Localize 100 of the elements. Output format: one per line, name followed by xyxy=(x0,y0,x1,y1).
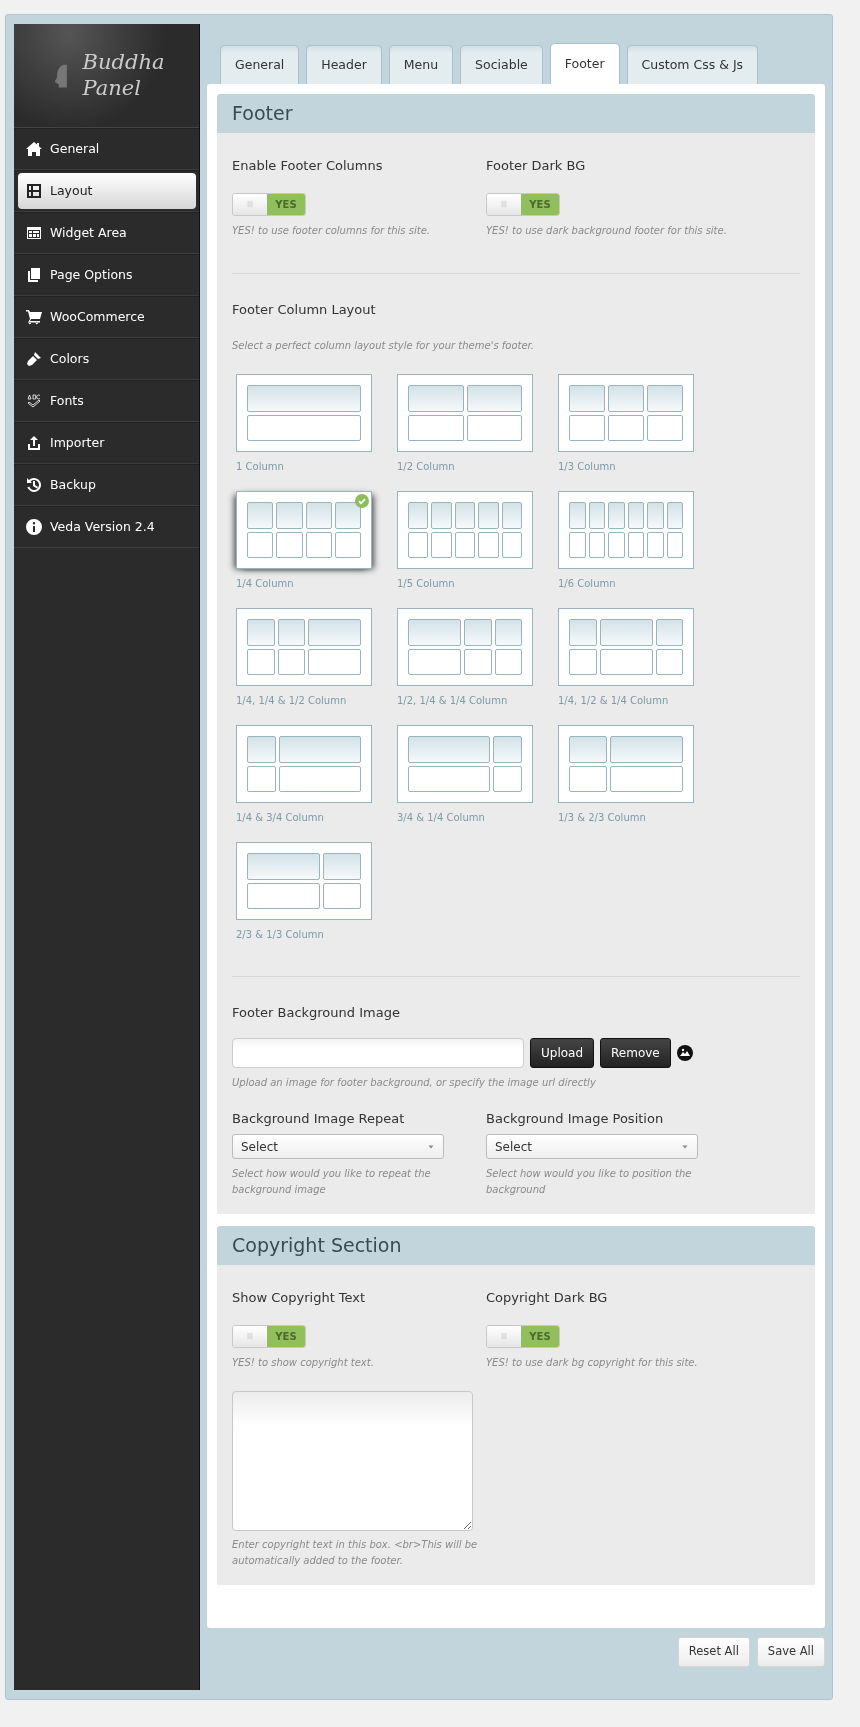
upload-button[interactable]: Upload xyxy=(530,1037,595,1068)
tab[interactable]: Menu xyxy=(388,45,454,84)
field-label: Background Image Position xyxy=(486,1109,665,1128)
grip-icon xyxy=(499,198,509,210)
column-block xyxy=(247,765,276,792)
field-label: Background Image Repeat xyxy=(232,1109,406,1128)
column-block xyxy=(408,385,464,412)
column-block xyxy=(323,882,361,909)
layout-option[interactable] xyxy=(236,491,372,569)
select-dropdown[interactable]: Select xyxy=(232,1134,444,1159)
column-block xyxy=(431,531,452,558)
sidebar-item[interactable]: Widget Area xyxy=(18,215,196,251)
layout-caption: 1/4 Column xyxy=(236,577,295,591)
column-block xyxy=(666,502,683,529)
column-block xyxy=(247,502,274,529)
save-button[interactable]: Save All xyxy=(756,1636,825,1667)
tab[interactable]: Sociable xyxy=(460,45,543,84)
column-block xyxy=(608,531,625,558)
field-label: Footer Background Image xyxy=(232,1004,401,1022)
field-label: Copyright Dark BG xyxy=(486,1289,609,1307)
layout-option[interactable] xyxy=(397,725,533,803)
layout-option[interactable] xyxy=(558,491,694,569)
layout-option[interactable] xyxy=(558,725,694,803)
sidebar-item[interactable]: Colors xyxy=(18,341,196,377)
layout-option[interactable] xyxy=(558,608,694,686)
reset-button[interactable]: Reset All xyxy=(677,1636,750,1667)
layout-caption: 1 Column xyxy=(236,460,285,474)
input-field[interactable] xyxy=(232,1037,524,1068)
column-block xyxy=(493,736,522,763)
layout-caption: 1/4, 1/4 & 1/2 Column xyxy=(236,694,348,708)
layout-caption: 1/2, 1/4 & 1/4 Column xyxy=(397,694,509,708)
layout-option[interactable] xyxy=(397,374,533,452)
text-area[interactable] xyxy=(232,1390,473,1531)
column-block xyxy=(569,531,586,558)
layout-option[interactable] xyxy=(558,374,694,452)
column-block xyxy=(608,414,644,441)
tab[interactable]: Header xyxy=(306,45,382,84)
tab[interactable]: Custom Css & Js xyxy=(626,45,759,84)
column-block xyxy=(408,648,461,675)
column-block xyxy=(305,531,332,558)
column-block xyxy=(308,648,361,675)
table-icon xyxy=(26,225,42,241)
column-block xyxy=(647,385,683,412)
sidebar-item[interactable]: WooCommerce xyxy=(18,299,196,335)
sidebar-item[interactable]: General xyxy=(18,131,196,167)
sidebar-item[interactable]: Veda Version 2.4 xyxy=(18,509,196,545)
column-block xyxy=(466,385,522,412)
layout-option[interactable] xyxy=(236,374,372,452)
column-block xyxy=(647,531,664,558)
sidebar-item[interactable]: Importer xyxy=(18,425,196,461)
column-block xyxy=(569,385,605,412)
grip-icon xyxy=(245,1330,255,1342)
column-block xyxy=(627,502,644,529)
column-block xyxy=(305,502,332,529)
tab[interactable]: General xyxy=(220,45,300,84)
column-block xyxy=(569,736,607,763)
layout-option[interactable] xyxy=(236,725,372,803)
sidebar-item[interactable]: Fonts xyxy=(18,383,196,419)
column-block xyxy=(655,619,683,646)
remove-button[interactable]: Remove xyxy=(600,1037,671,1068)
select-dropdown[interactable]: Select xyxy=(486,1134,698,1159)
logo-text: Panel xyxy=(82,75,142,101)
column-block xyxy=(408,619,461,646)
column-block xyxy=(276,531,303,558)
tab[interactable]: Footer xyxy=(549,43,620,84)
sidebar-item[interactable]: Layout xyxy=(18,173,196,209)
layout-caption: 1/6 Column xyxy=(558,577,617,591)
brush-icon xyxy=(26,351,42,367)
sidebar-item[interactable]: Page Options xyxy=(18,257,196,293)
column-block xyxy=(334,502,361,529)
column-block xyxy=(494,648,522,675)
column-block xyxy=(588,502,605,529)
field-label: Footer Column Layout xyxy=(232,300,377,319)
sidebar-item[interactable]: Backup xyxy=(18,467,196,503)
column-block xyxy=(569,619,597,646)
layout-option[interactable] xyxy=(397,491,533,569)
layout-caption: 2/3 & 1/3 Column xyxy=(236,928,325,942)
layout-option[interactable] xyxy=(236,608,372,686)
column-block xyxy=(666,531,683,558)
layout-option[interactable] xyxy=(236,842,372,920)
column-block xyxy=(569,414,605,441)
column-block xyxy=(501,531,523,558)
help-text: Select a perfect column layout style for your theme's footer. xyxy=(232,339,535,353)
column-block xyxy=(493,765,522,792)
help-text: Select how would you like to position the background xyxy=(486,1167,693,1197)
help-text: Upload an image for footer background, or specify the image url directly xyxy=(232,1075,597,1090)
column-block xyxy=(408,502,429,529)
layout-caption: 1/3 Column xyxy=(558,460,617,474)
cart-icon xyxy=(26,309,42,325)
column-block xyxy=(277,619,305,646)
layout-option[interactable] xyxy=(397,608,533,686)
upload-icon xyxy=(26,435,42,451)
help-text: YES! to show copyright text. xyxy=(232,1355,375,1370)
field-label: Footer Dark BG xyxy=(486,157,587,175)
check-icon xyxy=(355,494,369,508)
column-block xyxy=(608,502,625,529)
section-header: Copyright Section xyxy=(217,1226,815,1265)
column-block xyxy=(466,414,522,441)
column-block xyxy=(408,414,464,441)
layout-caption: 1/2 Column xyxy=(397,460,456,474)
